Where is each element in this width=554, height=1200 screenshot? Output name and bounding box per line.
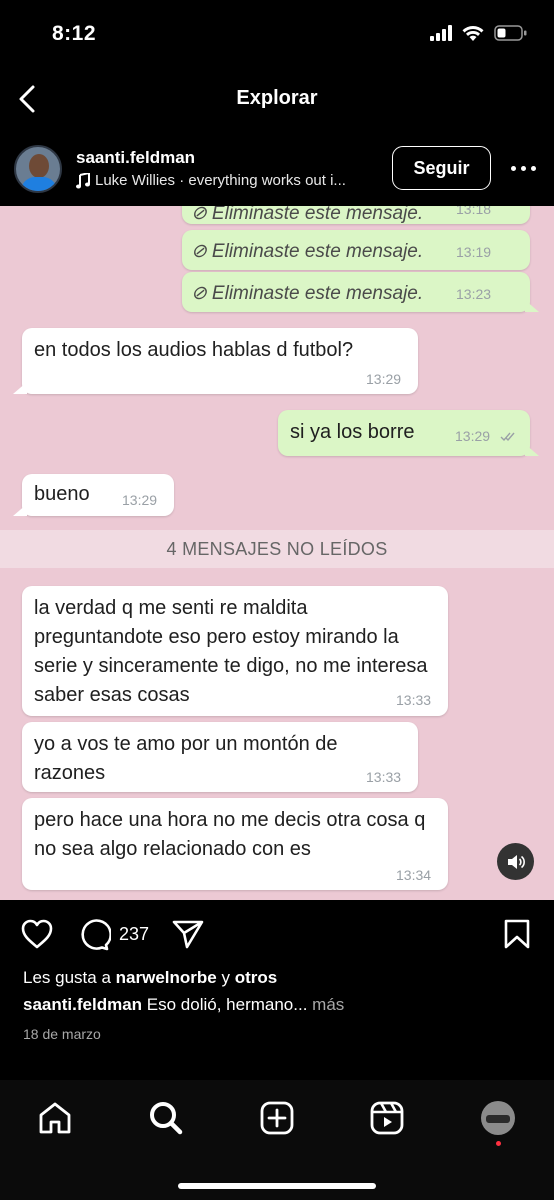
likes-others[interactable]: otros [235,968,278,987]
message-time: 13:29 [122,492,158,508]
blocked-icon: ⊘ [191,283,207,304]
cellular-signal-icon [430,25,452,41]
avatar[interactable] [14,145,62,193]
page-title: Explorar [236,87,318,109]
message-text: bueno [34,483,90,505]
tab-search[interactable] [146,1098,186,1138]
more-dots-icon [510,165,536,171]
caption-username[interactable]: saanti.feldman [23,995,142,1014]
message-time: 13:23 [456,286,492,302]
message-text: en todos los audios hablas d futbol? [34,339,354,361]
post-date: 18 de marzo [23,1026,101,1042]
comment-count: 237 [119,924,150,944]
tab-profile[interactable] [478,1098,518,1138]
incoming-message: la verdad q me senti re maldita pregunta… [22,586,448,716]
blocked-icon: ⊘ [191,241,207,262]
deleted-text: Eliminaste este mensaje. [211,206,424,224]
likes-line[interactable]: Les gusta a narwelnorbe y otros [23,968,277,988]
message-text: yo a vos te amo por un montón de razones [34,733,338,784]
caption-text: Eso dolió, hermano... [146,995,308,1014]
notification-dot [496,1141,501,1146]
message-text: la verdad q me senti re maldita pregunta… [34,597,428,706]
status-icons [430,24,528,42]
outgoing-message: si ya los borre 13:29 [278,410,539,456]
create-icon [260,1101,294,1135]
more-options-button[interactable] [505,154,541,182]
message-time: 13:33 [396,692,432,708]
incoming-message: bueno 13:29 [13,474,174,516]
deleted-message: ⊘ Eliminaste este mensaje. 13:19 [182,230,530,270]
deleted-message: ⊘ Eliminaste este mensaje. 13:23 [182,272,539,312]
unread-banner: 4 MENSAJES NO LEÍDOS [0,530,554,568]
post-caption: saanti.feldman Eso dolió, hermano... más [23,995,344,1015]
message-time: 13:29 [366,371,402,387]
sound-icon [507,854,525,869]
post-username[interactable]: saanti.feldman [76,148,195,168]
status-time: 8:12 [52,22,97,45]
message-time: 13:19 [456,244,492,260]
share-icon [172,920,204,949]
home-indicator [178,1183,376,1189]
music-label: Luke Willies · everything works out i... [95,172,346,189]
likes-user[interactable]: narwelnorbe [116,968,217,987]
profile-avatar [481,1101,515,1135]
incoming-message: pero hace una hora no me decis otra cosa… [22,798,448,890]
search-icon [150,1102,183,1135]
like-button[interactable] [20,918,54,955]
tab-home[interactable] [35,1098,75,1138]
blocked-icon: ⊘ [191,206,207,224]
nav-header: Explorar [0,70,554,130]
comment-icon [81,919,112,951]
share-button[interactable] [171,918,205,955]
heart-icon [21,919,53,949]
message-time: 13:34 [396,867,432,883]
message-time: 13:18 [456,206,492,217]
tab-reels[interactable] [367,1098,407,1138]
deleted-message: ⊘ Eliminaste este mensaje. 13:18 [182,206,530,224]
post-header: saanti.feldman Luke Willies · everything… [0,132,554,206]
music-note-icon [76,172,90,188]
home-icon [39,1102,71,1134]
deleted-text: Eliminaste este mensaje. [211,241,424,262]
likes-prefix: Les gusta a [23,968,111,987]
post-music[interactable]: Luke Willies · everything works out i... [76,172,346,189]
tab-create[interactable] [257,1098,297,1138]
caption-more-link[interactable]: más [312,995,344,1014]
incoming-message: yo a vos te amo por un montón de razones… [22,722,418,792]
battery-icon [494,25,527,41]
read-ticks-icon [500,432,515,442]
deleted-text: Eliminaste este mensaje. [211,283,424,304]
message-text: pero hace una hora no me decis otra cosa… [34,809,426,860]
post-actions: 237 [0,900,554,970]
follow-button[interactable]: Seguir [392,146,491,190]
bottom-tab-bar [0,1080,554,1200]
message-text: si ya los borre [290,421,415,443]
save-button[interactable] [503,918,531,955]
message-time: 13:29 [455,428,491,444]
reels-icon [370,1101,404,1135]
status-bar: 8:12 [0,0,554,70]
wifi-icon [462,26,484,41]
likes-joiner: y [221,968,230,987]
post-image-chat[interactable]: ⊘ Eliminaste este mensaje. 13:18 ⊘ Elimina… [0,206,554,900]
bookmark-icon [504,919,530,949]
incoming-message: en todos los audios hablas d futbol? 13:… [13,328,418,394]
sound-toggle-button[interactable] [497,843,534,880]
message-time: 13:33 [366,769,402,785]
comment-button[interactable] [77,918,112,957]
